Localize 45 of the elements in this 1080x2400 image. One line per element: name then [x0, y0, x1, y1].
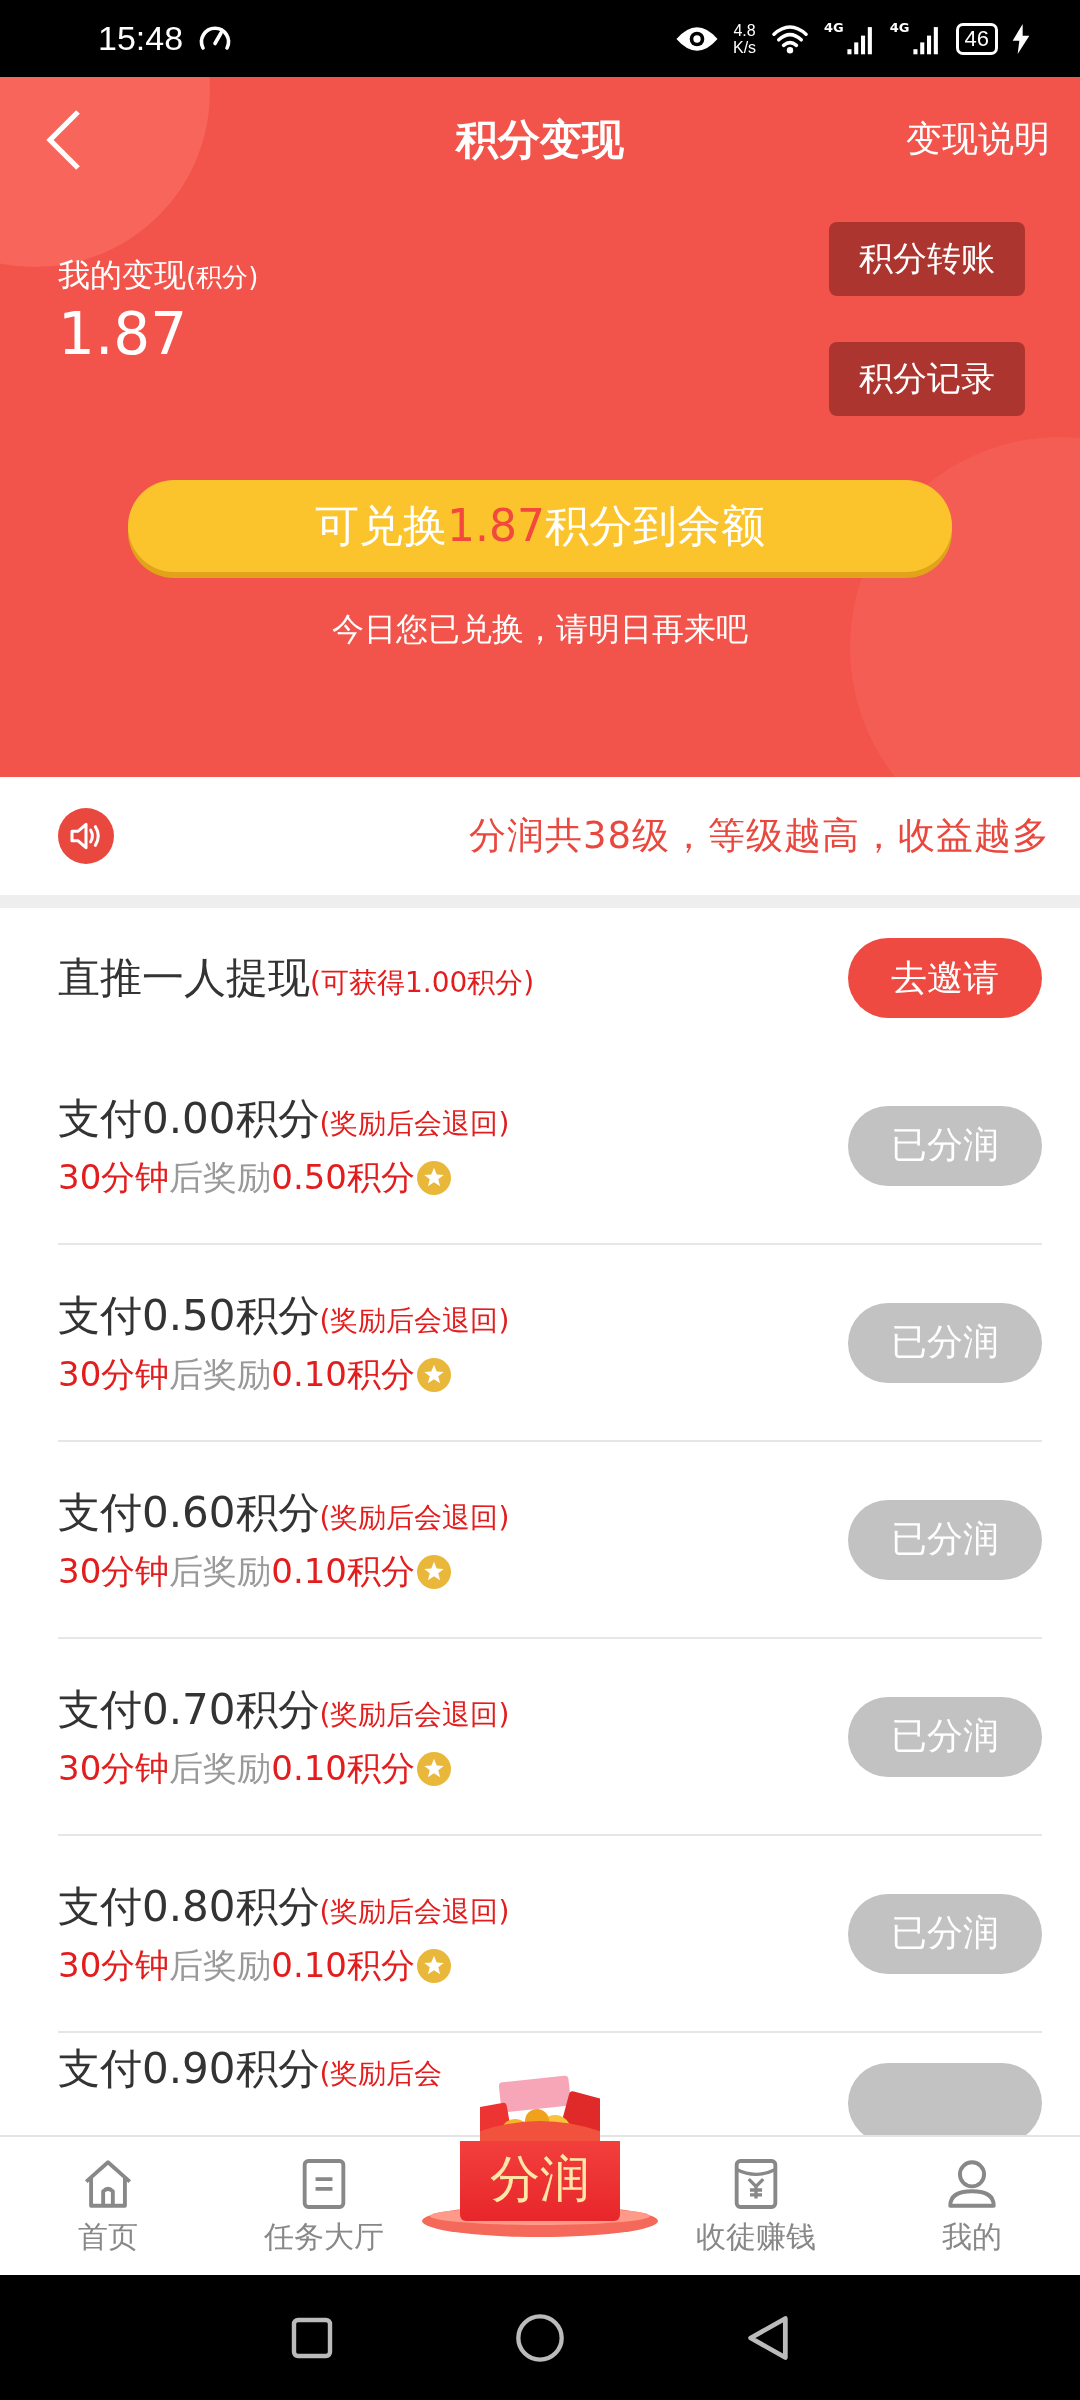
wifi-icon [770, 22, 811, 55]
battery-indicator: 46 [955, 22, 998, 55]
nav-label[interactable]: 我的 [942, 2216, 1002, 2258]
notice-text: 分润共38级，等级越高，收益越多 [468, 813, 1050, 859]
task-button[interactable]: 已分润 [848, 1302, 1042, 1383]
coin-icon [416, 1948, 451, 1983]
task-button[interactable]: 已分润 [848, 1696, 1042, 1777]
exchange-note: 今日您已兑换，请明日再来吧 [332, 609, 748, 650]
task-title: 支付0.50积分(奖励后会退回) [58, 1289, 510, 1342]
nav-label[interactable]: 任务大厅 [264, 2216, 384, 2258]
reward-text: 30分钟后奖励0.10积分 [58, 1746, 415, 1790]
task-title: 支付0.60积分(奖励后会退回) [58, 1486, 510, 1539]
task-button[interactable]: 已分润 [848, 1105, 1042, 1186]
network-speed: 4.8 K/s [732, 21, 757, 56]
task-title: 支付0.80积分(奖励后会退回) [58, 1880, 510, 1933]
coin-icon [416, 1554, 451, 1589]
reward-text: 30分钟后奖励0.10积分 [58, 1549, 415, 1593]
balance-value: 1.87 [58, 300, 189, 368]
task-title: 支付0.70积分(奖励后会退回) [58, 1683, 510, 1736]
speaker-icon [58, 808, 114, 864]
nav-label[interactable]: 首页 [78, 2216, 138, 2258]
balance-label: 我的变现(积分) [58, 255, 259, 296]
coin-icon [416, 1751, 451, 1786]
coin-icon [416, 1160, 451, 1195]
center-tab-button[interactable]: 分润 [460, 2141, 620, 2221]
help-link[interactable]: 变现说明 [906, 115, 1050, 164]
reward-text: 30分钟后奖励0.10积分 [58, 1352, 415, 1396]
network-type: 4G [889, 20, 910, 35]
reward-text: 30分钟后奖励0.50积分 [58, 1155, 415, 1199]
invite-button[interactable]: 去邀请 [848, 938, 1042, 1018]
charging-icon [1012, 23, 1030, 54]
reward-text: 30分钟后奖励0.10积分 [58, 1943, 415, 1987]
home-button-icon[interactable] [514, 2311, 566, 2364]
side-button[interactable]: 积分转账 [829, 222, 1025, 296]
task-button[interactable]: 已分润 [848, 1893, 1042, 1974]
page-title: 积分变现 [456, 113, 624, 166]
network-type: 4G [824, 20, 844, 35]
task-title: 支付0.90积分(奖励后会 [58, 2043, 443, 2095]
task-title: 支付0.00积分(奖励后会退回) [58, 1092, 510, 1145]
nav-label[interactable]: 收徒赚钱 [696, 2216, 816, 2258]
side-button[interactable]: 积分记录 [829, 342, 1025, 416]
status-time: 15:48 [98, 19, 184, 58]
task-button[interactable]: 已分润 [848, 1499, 1042, 1580]
coin-icon [416, 1357, 451, 1392]
invite-title: 直推一人提现(可获得1.00积分) [58, 952, 535, 1004]
